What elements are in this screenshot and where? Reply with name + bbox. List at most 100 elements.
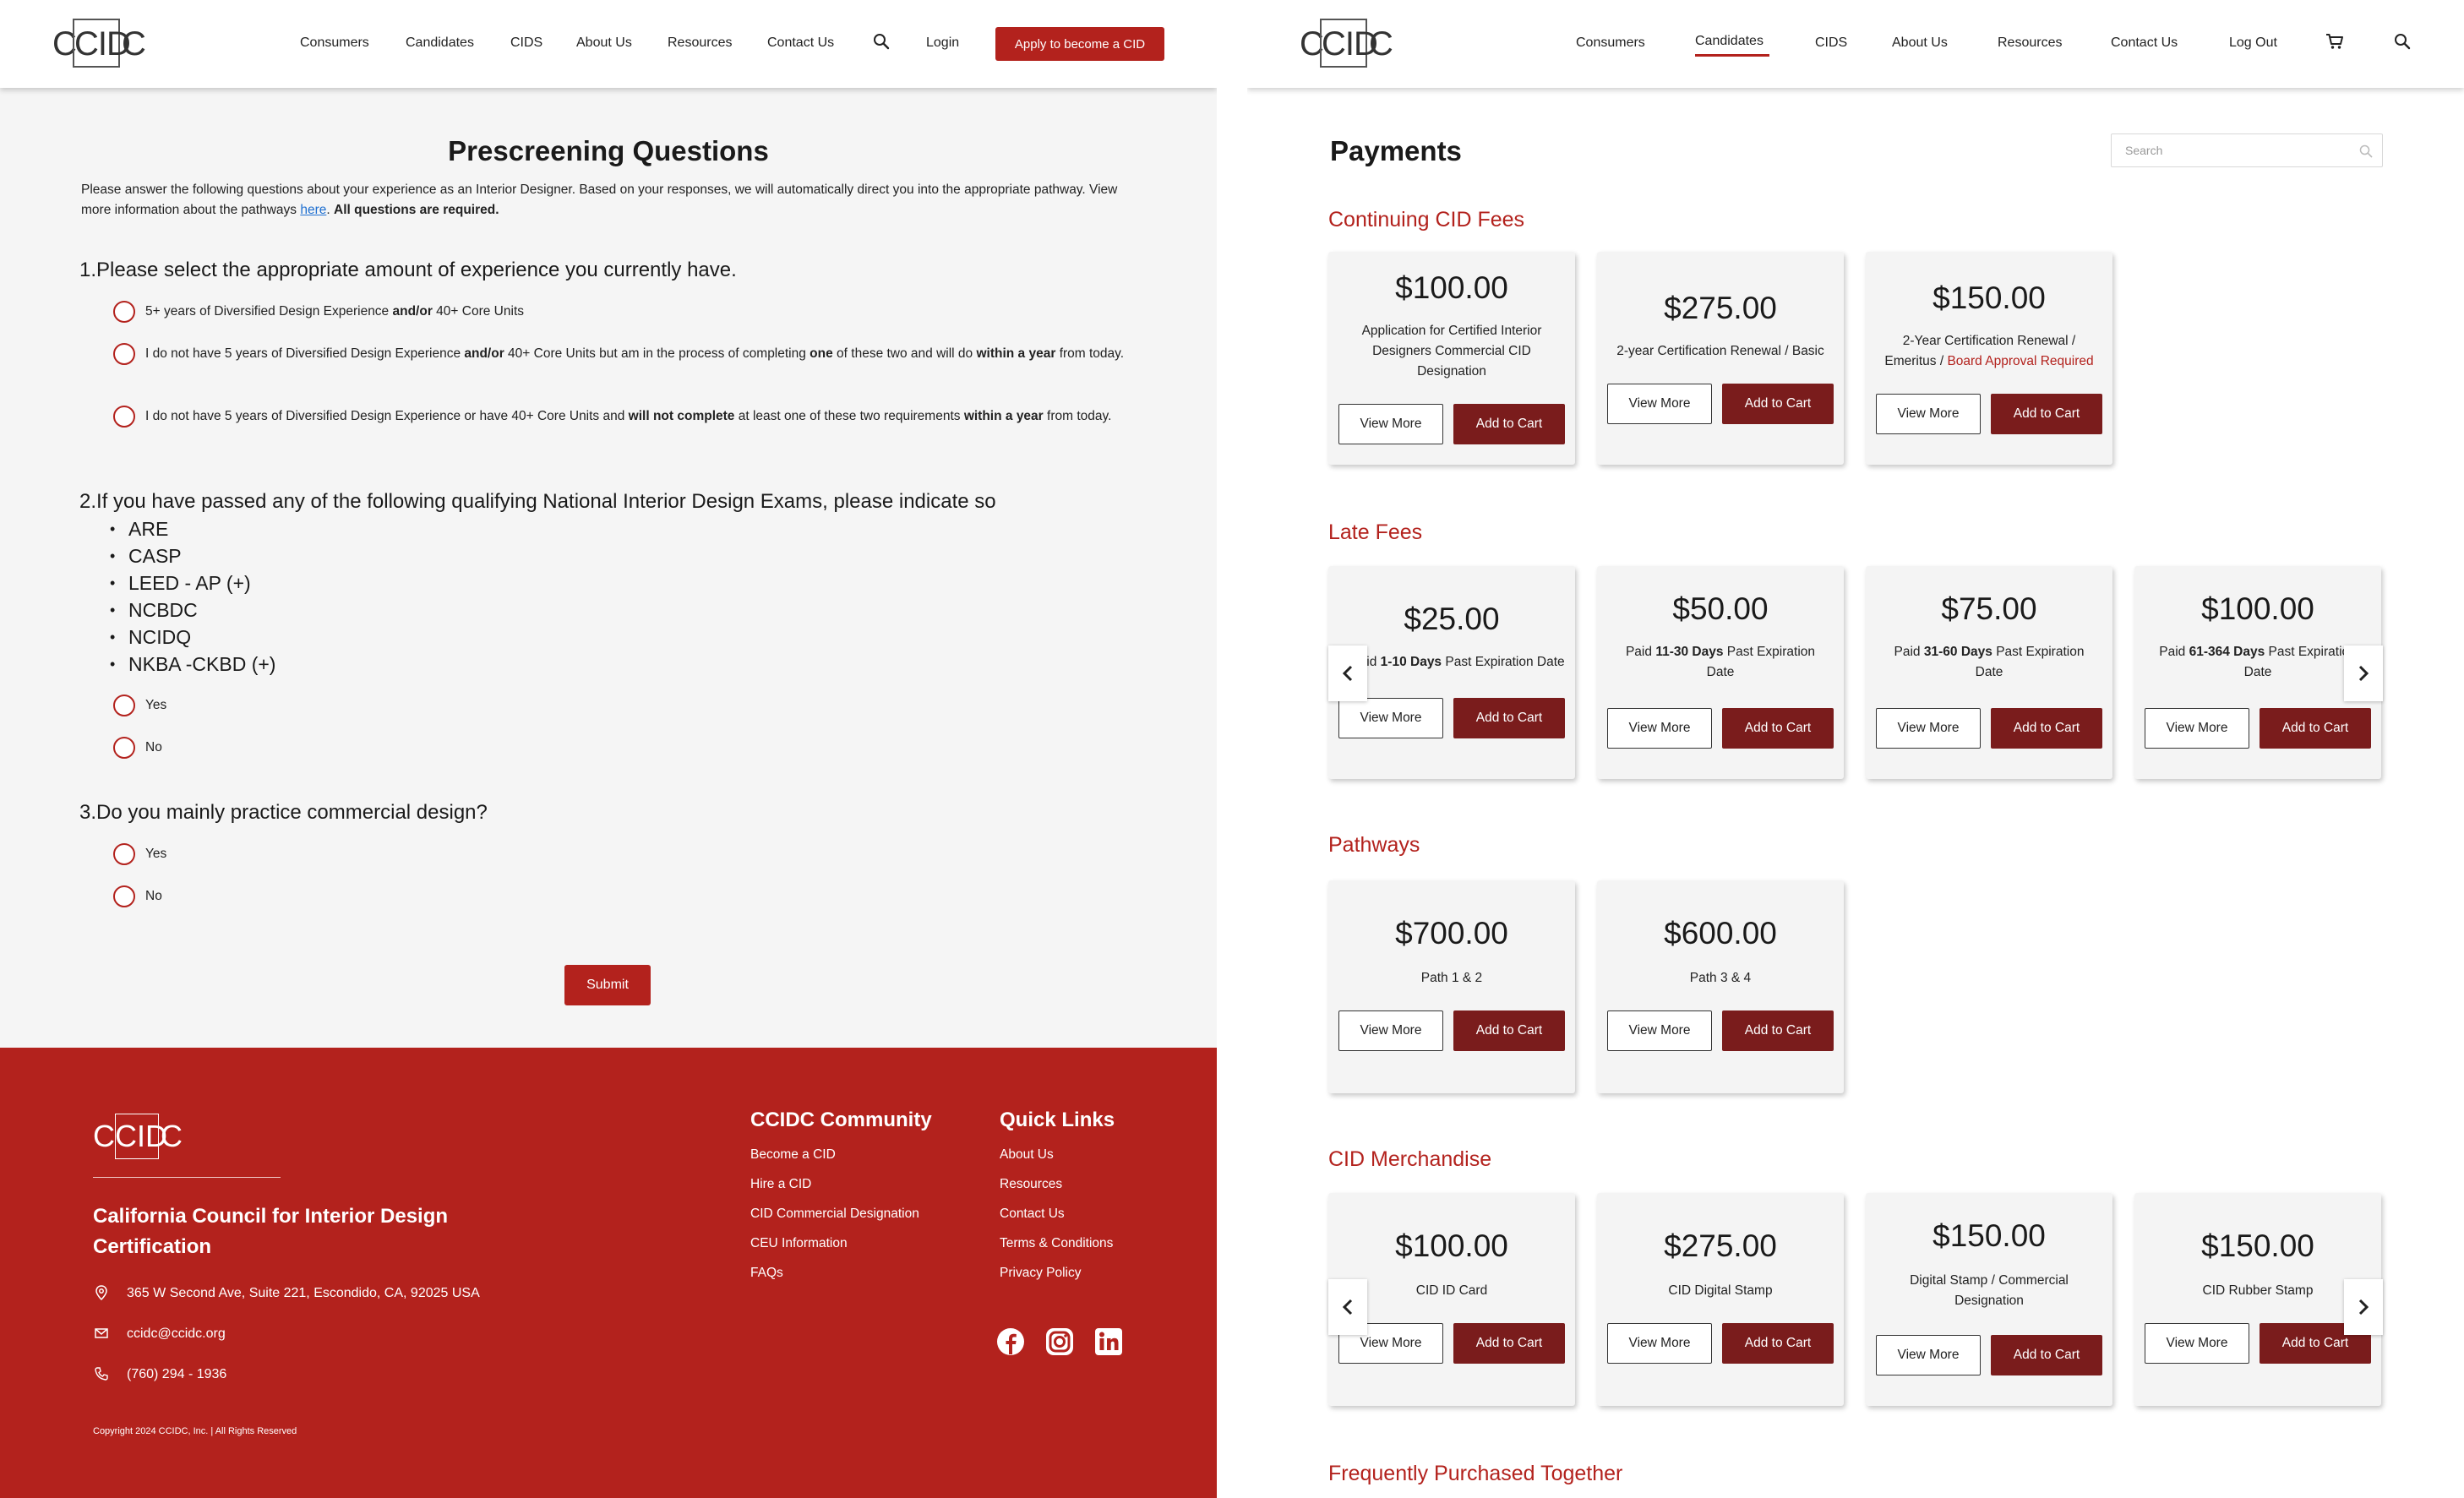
location-pin-icon [95,1285,107,1301]
active-nav-underline [1695,54,1769,57]
footer-link-terms[interactable]: Terms & Conditions [1000,1236,1113,1251]
footer-link-about[interactable]: About Us [1000,1147,1054,1163]
add-to-cart-button[interactable]: Add to Cart [1991,394,2102,434]
view-more-button[interactable]: View More [1338,404,1443,444]
view-more-button[interactable]: View More [1338,698,1443,738]
footer-link-become-cid[interactable]: Become a CID [750,1147,836,1163]
nav-resources[interactable]: Resources [1998,35,2062,51]
copyright: Copyright 2024 CCIDC, Inc. | All Rights … [93,1426,297,1436]
phone-icon [95,1367,108,1381]
linkedin-icon[interactable] [1093,1326,1124,1357]
page-title: Prescreening Questions [448,135,769,166]
quick-links-title: Quick Links [1000,1109,1115,1131]
radio-button[interactable] [113,737,135,759]
nav-about-us[interactable]: About Us [576,35,632,51]
apply-cid-button[interactable]: Apply to become a CID [995,27,1164,61]
product-card: $100.00 Application for Certified Interi… [1328,252,1575,465]
nav-contact-us[interactable]: Contact Us [767,35,834,51]
nav-log-out[interactable]: Log Out [2229,35,2277,51]
ccidc-logo[interactable]: C CID C [1300,17,1393,71]
nav-contact-us[interactable]: Contact Us [2111,35,2178,51]
add-to-cart-button[interactable]: Add to Cart [1991,708,2102,749]
page-title: Payments [1330,135,1462,166]
footer: C CID C California Council for Interior … [0,1048,1217,1498]
chevron-right-icon [2358,1299,2369,1316]
view-more-button[interactable]: View More [2145,708,2249,749]
product-card: $75.00 Paid 31-60 Days Past Expiration D… [1866,566,2112,779]
nav-candidates[interactable]: Candidates [406,35,474,51]
search-icon[interactable] [2358,144,2374,159]
nav-resources[interactable]: Resources [668,35,732,51]
pathways-link[interactable]: here [300,203,326,217]
view-more-button[interactable]: View More [1607,384,1712,424]
view-more-button[interactable]: View More [1876,394,1981,434]
view-more-button[interactable]: View More [2145,1323,2249,1364]
nav-cids[interactable]: CIDS [1815,35,1847,51]
search-icon[interactable] [872,32,891,51]
footer-link-contact[interactable]: Contact Us [1000,1207,1065,1222]
footer-link-hire-cid[interactable]: Hire a CID [750,1177,811,1192]
radio-button[interactable] [113,301,135,323]
radio-button[interactable] [113,406,135,428]
product-card: $50.00 Paid 11-30 Days Past Expiration D… [1597,566,1844,779]
top-navbar: C CID C Consumers Candidates CIDS About … [1247,0,2464,88]
cart-icon[interactable] [2325,32,2344,51]
nav-login[interactable]: Login [926,35,959,51]
carousel-prev-button[interactable] [1328,646,1367,701]
list-item: NCBDC [110,596,275,624]
intro-text: Please answer the following questions ab… [81,182,1118,217]
nav-about-us[interactable]: About Us [1892,35,1948,51]
add-to-cart-button[interactable]: Add to Cart [1722,1010,1834,1051]
add-to-cart-button[interactable]: Add to Cart [1453,1323,1565,1364]
view-more-button[interactable]: View More [1607,1323,1712,1364]
footer-link-privacy[interactable]: Privacy Policy [1000,1266,1081,1281]
add-to-cart-button[interactable]: Add to Cart [1453,404,1565,444]
view-more-button[interactable]: View More [1338,1010,1443,1051]
add-to-cart-button[interactable]: Add to Cart [1722,384,1834,424]
search-icon[interactable] [2393,32,2412,51]
carousel-next-button[interactable] [2344,646,2383,701]
radio-button[interactable] [113,843,135,865]
add-to-cart-button[interactable]: Add to Cart [1991,1335,2102,1375]
prescreening-page: C CID C Consumers Candidates CIDS About … [0,0,1217,1498]
chevron-left-icon [1342,665,1353,682]
add-to-cart-button[interactable]: Add to Cart [1722,1323,1834,1364]
list-item: NCIDQ [110,624,275,651]
ccidc-logo[interactable]: C CID C [52,17,146,71]
add-to-cart-button[interactable]: Add to Cart [1453,1010,1565,1051]
section-title-frequently-purchased: Frequently Purchased Together [1328,1462,1623,1485]
add-to-cart-button[interactable]: Add to Cart [2260,708,2371,749]
add-to-cart-button[interactable]: Add to Cart [1453,698,1565,738]
view-more-button[interactable]: View More [1607,1010,1712,1051]
search-input[interactable]: Search [2111,133,2383,167]
nav-cids[interactable]: CIDS [510,35,542,51]
carousel-next-button[interactable] [2344,1279,2383,1335]
submit-button[interactable]: Submit [564,965,651,1005]
mail-icon [95,1328,108,1338]
section-title-pathways: Pathways [1328,833,1420,857]
footer-link-faqs[interactable]: FAQs [750,1266,783,1281]
footer-org-name: California Council for Interior Design C… [93,1205,449,1258]
nav-candidates[interactable]: Candidates [1695,34,1764,49]
radio-button[interactable] [113,343,135,365]
chevron-right-icon [2358,665,2369,682]
facebook-icon[interactable] [995,1326,1026,1357]
footer-link-resources[interactable]: Resources [1000,1177,1062,1192]
radio-button[interactable] [113,695,135,716]
list-item: NKBA -CKBD (+) [110,651,276,678]
footer-logo[interactable]: C CID C [93,1109,186,1163]
view-more-button[interactable]: View More [1607,708,1712,749]
footer-divider [93,1177,281,1178]
view-more-button[interactable]: View More [1876,1335,1981,1375]
instagram-icon[interactable] [1044,1326,1075,1357]
footer-link-ceu[interactable]: CEU Information [750,1236,848,1251]
view-more-button[interactable]: View More [1876,708,1981,749]
nav-consumers[interactable]: Consumers [1576,35,1645,51]
footer-link-commercial-designation[interactable]: CID Commercial Designation [750,1207,919,1222]
section-title-continuing: Continuing CID Fees [1328,208,1525,232]
carousel-prev-button[interactable] [1328,1279,1367,1335]
nav-consumers[interactable]: Consumers [300,35,369,51]
radio-button[interactable] [113,885,135,907]
add-to-cart-button[interactable]: Add to Cart [1722,708,1834,749]
question-1-title: 1. Please select the appropriate amount o… [79,259,737,281]
